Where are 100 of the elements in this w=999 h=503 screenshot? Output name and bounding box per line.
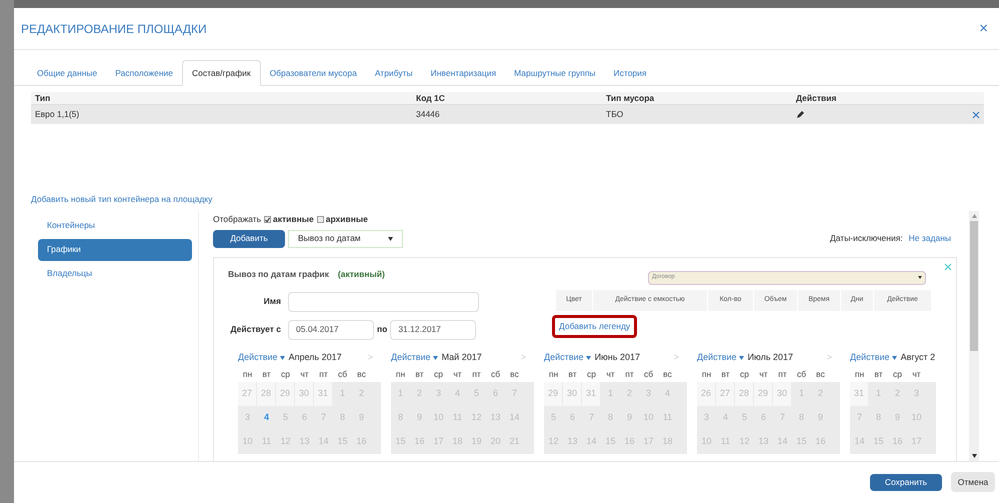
day-cell[interactable]: 27 — [716, 382, 735, 406]
next-month-button[interactable]: > — [826, 351, 832, 364]
weekday-label: пт — [624, 368, 635, 381]
tab[interactable]: Общие данные — [28, 60, 106, 86]
weekday-label: чт — [299, 368, 310, 381]
caret-icon — [432, 356, 438, 360]
cancel-button[interactable]: Отмена — [951, 472, 995, 492]
caret-icon — [738, 356, 744, 360]
day-cell[interactable]: 31 — [850, 382, 869, 406]
side-menu-item[interactable]: Контейнеры — [38, 214, 192, 237]
weekday-label: пн — [548, 368, 560, 381]
column-header: Тип мусора — [605, 92, 656, 104]
tab[interactable]: Расположение — [106, 60, 182, 86]
weekday-label: вс — [356, 368, 367, 381]
scroll-up-icon[interactable] — [972, 214, 976, 218]
day-cell[interactable]: 26 — [697, 382, 716, 406]
tab[interactable]: Состав/график — [182, 60, 261, 86]
day-cell[interactable]: 31 — [582, 382, 601, 406]
month-title: Июнь 2017 — [594, 351, 640, 364]
day-cell[interactable]: 29 — [754, 382, 773, 406]
weekday-label: вт — [720, 368, 731, 381]
weekday-label: ср — [739, 368, 750, 381]
table-cell-text: Евро 1,1(5) — [34, 108, 80, 121]
date-from-field[interactable]: 05.04.2017 — [288, 320, 374, 340]
action-dropdown[interactable]: Действие — [544, 351, 591, 364]
weekday-label: пн — [394, 368, 406, 381]
checkbox[interactable] — [316, 216, 324, 224]
tab[interactable]: Образователи мусора — [260, 60, 366, 86]
table-cell-text: 34446 — [415, 108, 441, 121]
side-menu-item[interactable]: Графики — [38, 238, 192, 261]
weekday-label: вс — [815, 368, 826, 381]
month-title: Май 2017 — [442, 351, 482, 364]
weekday-label: пт — [777, 368, 788, 381]
day-cell[interactable]: 29 — [276, 382, 295, 406]
tab[interactable]: Инвентаризация — [422, 60, 506, 86]
save-button[interactable]: Сохранить — [870, 474, 942, 491]
close-button[interactable]: × — [979, 21, 988, 36]
action-dropdown[interactable]: Действие — [238, 351, 285, 364]
day-cell[interactable]: 28 — [735, 382, 754, 406]
month-title: Апрель 2017 — [288, 351, 342, 364]
weekday-label: пт — [318, 368, 329, 381]
table-row[interactable]: Евро 1,1(5) 34446 ТБО — [31, 105, 984, 124]
day-cell[interactable]: 4 — [257, 406, 276, 430]
weekday-label: вт — [567, 368, 578, 381]
caret-icon — [892, 356, 897, 360]
day-cell[interactable]: 28 — [257, 382, 276, 406]
weekday-label: сб — [490, 368, 502, 381]
exceptions-label: Даты-исключения: — [830, 232, 903, 246]
weekday-label: чт — [758, 368, 769, 381]
next-month-button[interactable]: > — [674, 351, 679, 364]
weekday-label: чт — [911, 368, 922, 381]
edit-icon[interactable] — [796, 110, 804, 118]
caret-icon — [918, 276, 922, 280]
add-container-link[interactable]: Добавить новый тип контейнера на площадку — [31, 193, 999, 206]
tab[interactable]: Маршрутные группы — [505, 60, 605, 86]
scroll-down-icon[interactable] — [972, 454, 976, 458]
weekday-label: вт — [261, 368, 272, 381]
checkmark-icon — [265, 216, 270, 223]
dialog-title: РЕДАКТИРОВАНИЕ ПЛОЩАДКИ — [21, 20, 207, 38]
valid-from-label: Действует с — [230, 323, 282, 336]
day-cell[interactable]: 30 — [773, 382, 792, 406]
exceptions-link[interactable]: Не заданы — [908, 232, 951, 246]
checkbox-label: архивные — [326, 213, 368, 226]
side-menu-item[interactable]: Владельцы — [38, 262, 192, 285]
day-cell[interactable]: 30 — [295, 382, 314, 406]
tab[interactable]: Атрибуты — [366, 60, 422, 86]
day-cell[interactable]: 30 — [563, 382, 582, 406]
weekday-label: пн — [242, 368, 254, 381]
next-month-button[interactable]: > — [368, 351, 373, 364]
weekday-label: чт — [605, 368, 616, 381]
action-dropdown[interactable]: Действие — [391, 351, 438, 364]
add-legend-link[interactable]: Добавить легенду — [552, 314, 638, 338]
caret-icon — [586, 356, 591, 360]
weekday-label: вс — [509, 368, 520, 381]
close-icon[interactable] — [944, 262, 952, 271]
weekday-label: пт — [471, 368, 482, 381]
column-header: Код 1С — [415, 92, 446, 104]
day-cell[interactable]: 29 — [544, 382, 563, 406]
add-button[interactable]: Добавить — [213, 230, 285, 248]
schedule-type-select[interactable]: Вывоз по датам — [288, 230, 403, 248]
weekday-label: пн — [700, 368, 712, 381]
scrollbar[interactable] — [969, 210, 979, 461]
status-label: (активный) — [338, 268, 385, 282]
delete-icon[interactable] — [972, 110, 980, 118]
next-month-button[interactable]: > — [520, 351, 526, 364]
weekday-label: вт — [414, 368, 425, 381]
name-field[interactable] — [288, 292, 479, 312]
caret-icon — [280, 356, 285, 360]
tab[interactable]: История — [604, 60, 656, 86]
date-to-field[interactable]: 31.12.2017 — [390, 320, 476, 340]
weekday-label: вт — [873, 368, 884, 381]
weekday-label: ср — [892, 368, 903, 381]
day-cell[interactable]: 27 — [238, 382, 257, 406]
action-dropdown[interactable]: Действие — [697, 351, 744, 364]
column-header: Тип — [34, 92, 52, 104]
day-cell[interactable]: 31 — [314, 382, 333, 406]
checkbox[interactable] — [264, 216, 272, 224]
weekday-label: ср — [586, 368, 597, 381]
filter-label: Отображать — [213, 213, 262, 226]
action-dropdown[interactable]: Действие — [850, 351, 897, 364]
